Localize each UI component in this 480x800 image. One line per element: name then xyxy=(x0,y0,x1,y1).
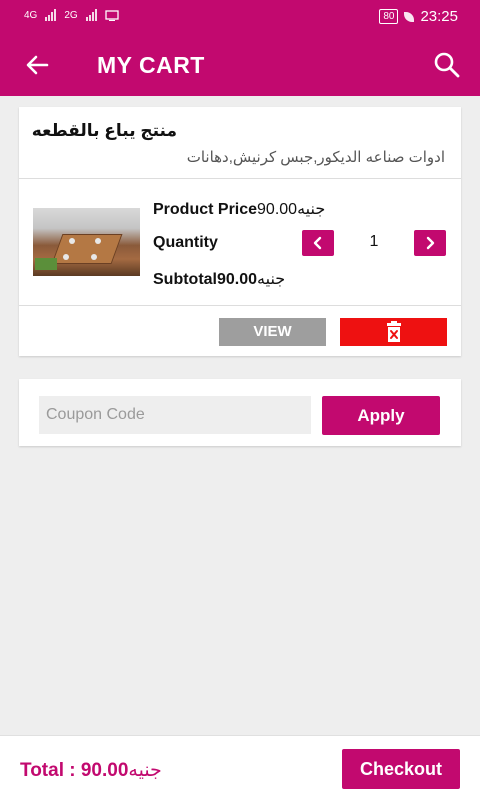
coupon-code-input[interactable] xyxy=(39,396,311,434)
status-bar: 4G 2G 80 23:25 xyxy=(0,0,480,34)
divider xyxy=(19,178,461,179)
battery-indicator: 80 xyxy=(379,9,399,24)
search-icon[interactable] xyxy=(432,50,462,80)
view-button[interactable]: VIEW xyxy=(219,318,326,346)
product-category: ادوات صناعه الديكور,جبس كرنيش,دهانات xyxy=(186,149,445,166)
product-name: منتج يباع بالقطعه xyxy=(31,121,177,140)
chevron-right-icon xyxy=(426,236,435,250)
page-title: MY CART xyxy=(97,52,205,78)
app-bar: 4G 2G 80 23:25 MY CART xyxy=(0,0,480,96)
trash-icon xyxy=(387,321,401,342)
product-price-value: 90.00 xyxy=(257,201,298,218)
product-image[interactable] xyxy=(33,208,140,276)
subtotal-currency: جنيه xyxy=(257,271,286,288)
quantity-value: 1 xyxy=(369,233,379,250)
cart-item-card: منتج يباع بالقطعه ادوات صناعه الديكور,جب… xyxy=(19,107,461,356)
clock: 23:25 xyxy=(420,8,458,25)
product-price-label: Product Price xyxy=(153,201,258,218)
quantity-decrease-button[interactable] xyxy=(302,230,334,256)
total-label: Total : xyxy=(20,760,81,781)
cast-icon xyxy=(105,9,119,21)
total-currency: جنيه xyxy=(128,760,162,781)
network-2g-label: 2G xyxy=(64,9,78,21)
leaf-icon xyxy=(404,11,415,22)
subtotal-value: 90.00 xyxy=(217,271,258,288)
signal-icon xyxy=(45,9,57,21)
divider xyxy=(19,305,461,306)
quantity-increase-button[interactable] xyxy=(414,230,446,256)
arrow-left-icon[interactable] xyxy=(22,50,52,80)
signal-icon-2 xyxy=(85,9,97,21)
total-price: Total : 90.00جنيه xyxy=(20,759,162,782)
coupon-card: Apply xyxy=(19,379,461,446)
quantity-label: Quantity xyxy=(153,234,218,251)
subtotal-label: Subtotal xyxy=(153,271,217,288)
chevron-left-icon xyxy=(313,236,322,250)
checkout-button[interactable]: Checkout xyxy=(342,749,460,789)
network-4g-label: 4G xyxy=(24,9,38,21)
subtotal-row: Subtotal90.00جنيه xyxy=(153,269,285,289)
delete-button[interactable] xyxy=(340,318,447,346)
apply-coupon-button[interactable]: Apply xyxy=(322,396,440,435)
toolbar: MY CART xyxy=(0,34,480,96)
total-value: 90.00 xyxy=(80,760,129,781)
product-price-row: Product Price90.00جنيه xyxy=(153,199,325,219)
bottom-bar: Total : 90.00جنيه Checkout xyxy=(0,735,480,800)
price-currency: جنيه xyxy=(297,201,326,218)
